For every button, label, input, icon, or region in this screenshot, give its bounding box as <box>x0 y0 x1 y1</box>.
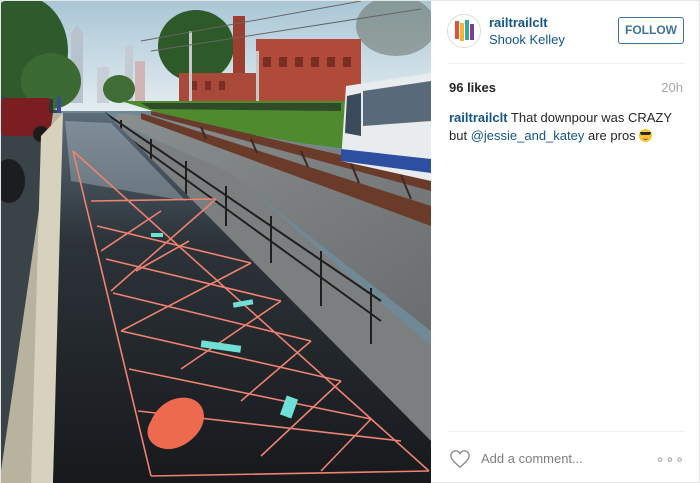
more-options-icon[interactable]: ∘∘∘ <box>656 451 685 468</box>
mention-link[interactable]: @jessie_and_katey <box>471 128 585 143</box>
avatar[interactable] <box>447 14 481 48</box>
post-photo[interactable] <box>1 1 431 483</box>
sunglasses-emoji-icon <box>639 129 653 142</box>
heart-outline-icon[interactable] <box>449 449 471 469</box>
comments-divider <box>447 431 685 432</box>
likes-count[interactable]: 96 likes <box>449 80 496 95</box>
location-link[interactable]: Shook Kelley <box>489 32 565 47</box>
caption-text-end: are pros <box>587 128 636 143</box>
railtrail-logo-icon <box>448 15 480 47</box>
caption-username-link[interactable]: railtrailclt <box>449 110 508 125</box>
instagram-post: railtrailclt Shook Kelley FOLLOW 96 like… <box>0 0 700 483</box>
trail-photo-illustration <box>1 1 431 483</box>
comment-input[interactable]: Add a comment... <box>481 451 583 466</box>
post-header: railtrailclt Shook Kelley FOLLOW <box>431 1 700 63</box>
post-caption: railtrailclt That downpour was CRAZY but… <box>449 109 679 145</box>
header-divider <box>447 63 685 64</box>
comment-bar: Add a comment... ∘∘∘ <box>447 447 685 473</box>
post-time[interactable]: 20h <box>661 80 683 95</box>
post-sidebar: railtrailclt Shook Kelley FOLLOW 96 like… <box>431 1 700 483</box>
username-link[interactable]: railtrailclt <box>489 15 548 30</box>
follow-button[interactable]: FOLLOW <box>618 17 684 44</box>
